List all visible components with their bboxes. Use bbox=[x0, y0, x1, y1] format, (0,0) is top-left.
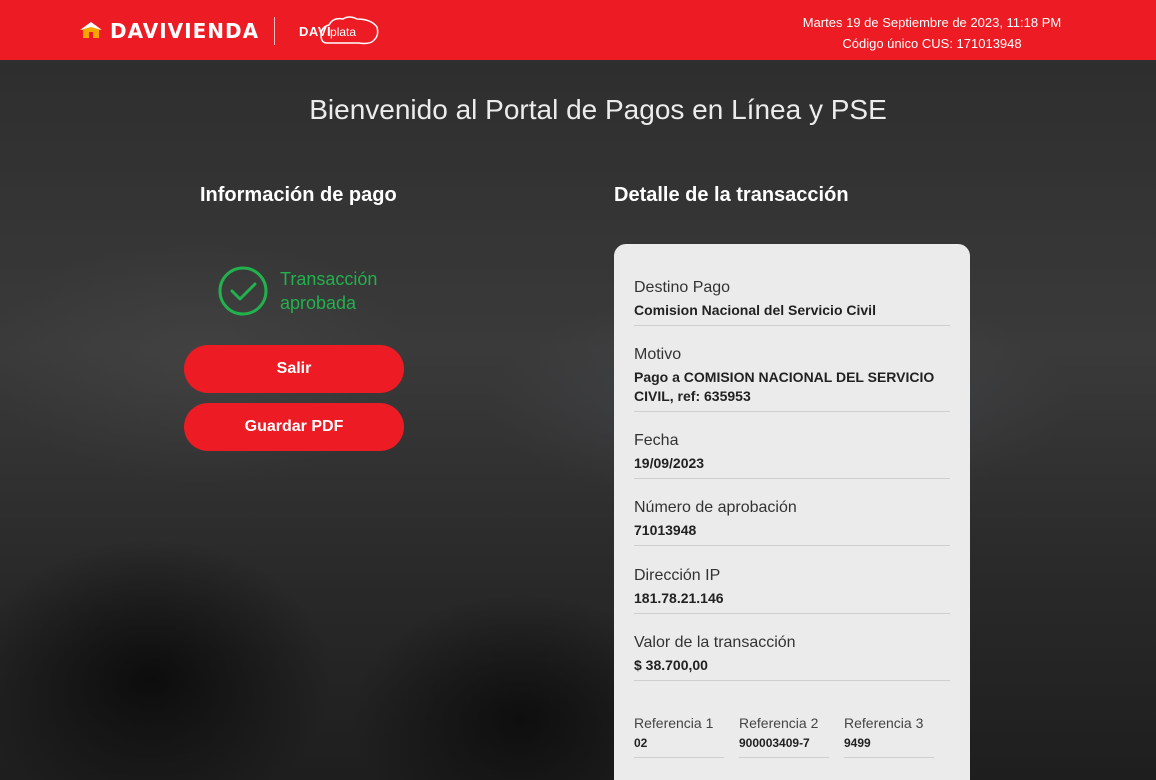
field-ip: Dirección IP 181.78.21.146 bbox=[634, 566, 950, 614]
reference-2: Referencia 2 900003409-7 bbox=[739, 714, 829, 758]
header-datetime: Martes 19 de Septiembre de 2023, 11:18 P… bbox=[802, 15, 1062, 30]
destino-label: Destino Pago bbox=[634, 279, 731, 296]
background-photo bbox=[0, 60, 1156, 780]
page-title: Bienvenido al Portal de Pagos en Línea y… bbox=[309, 94, 887, 125]
fecha-value: 19/09/2023 bbox=[634, 455, 705, 471]
save-pdf-button[interactable]: Guardar PDF bbox=[184, 403, 404, 451]
valor-label: Valor de la transacción bbox=[634, 634, 796, 651]
exit-button[interactable]: Salir bbox=[184, 345, 404, 393]
header-info: Martes 19 de Septiembre de 2023, 11:18 P… bbox=[782, 12, 1082, 54]
daviplata-plata: plata bbox=[330, 25, 357, 39]
field-aprobacion: Número de aprobación 71013948 bbox=[634, 498, 950, 546]
valor-value: $ 38.700,00 bbox=[634, 657, 708, 673]
check-circle-icon bbox=[218, 266, 268, 316]
transaction-status: Transacción aprobada bbox=[218, 266, 380, 316]
brand-name: DAVIVIENDA bbox=[110, 19, 260, 43]
payment-info-title: Información de pago bbox=[200, 184, 397, 206]
house-logo-icon bbox=[80, 21, 102, 41]
transaction-detail-title: Detalle de la transacción bbox=[614, 184, 849, 206]
header-cus: Código único CUS: 171013948 bbox=[842, 36, 1022, 51]
ref3-value: 9499 bbox=[844, 736, 871, 750]
destino-value: Comision Nacional del Servicio Civil bbox=[634, 302, 876, 318]
motivo-label: Motivo bbox=[634, 346, 682, 363]
field-fecha: Fecha 19/09/2023 bbox=[634, 431, 950, 479]
field-destino: Destino Pago Comision Nacional del Servi… bbox=[634, 278, 950, 326]
status-text: Transacción aprobada bbox=[280, 269, 378, 313]
field-valor: Valor de la transacción $ 38.700,00 bbox=[634, 633, 950, 681]
ip-label: Dirección IP bbox=[634, 567, 721, 584]
davivienda-logo: DAVIVIENDA DAVI plata bbox=[80, 14, 379, 48]
fecha-label: Fecha bbox=[634, 432, 679, 449]
ip-value: 181.78.21.146 bbox=[634, 590, 724, 606]
motivo-value: Pago a COMISION NACIONAL DEL SERVICIO CI… bbox=[634, 369, 935, 404]
logo-divider bbox=[274, 17, 276, 45]
ref1-value: 02 bbox=[634, 736, 648, 750]
ref2-label: Referencia 2 bbox=[739, 715, 819, 731]
daviplata-logo: DAVI plata bbox=[299, 13, 379, 49]
daviplata-davi: DAVI bbox=[299, 24, 332, 39]
ref2-value: 900003409-7 bbox=[739, 736, 810, 750]
reference-3: Referencia 3 9499 bbox=[844, 714, 934, 758]
header-bar: DAVIVIENDA DAVI plata Martes 19 de Septi… bbox=[0, 0, 1156, 60]
ref1-label: Referencia 1 bbox=[634, 715, 714, 731]
aprobacion-value: 71013948 bbox=[634, 522, 697, 538]
ref3-label: Referencia 3 bbox=[844, 715, 924, 731]
aprobacion-label: Número de aprobación bbox=[634, 499, 797, 516]
references-row: Referencia 1 02 Referencia 2 900003409-7… bbox=[634, 714, 950, 758]
field-motivo: Motivo Pago a COMISION NACIONAL DEL SERV… bbox=[634, 345, 950, 412]
reference-1: Referencia 1 02 bbox=[634, 714, 724, 758]
transaction-detail-card: Destino Pago Comision Nacional del Servi… bbox=[614, 244, 970, 780]
